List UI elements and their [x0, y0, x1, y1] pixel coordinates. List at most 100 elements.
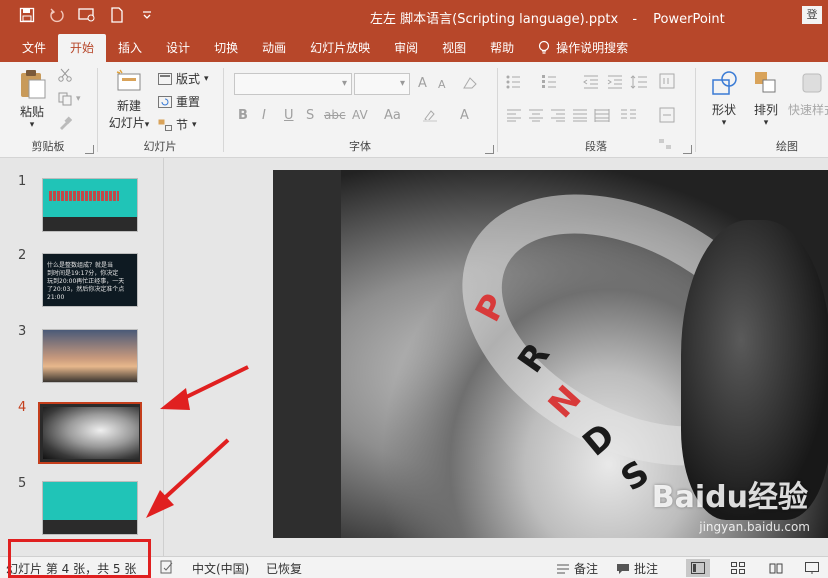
reading-view-icon[interactable]	[764, 559, 788, 577]
paragraph-launcher-icon[interactable]	[683, 145, 692, 154]
clipboard-launcher-icon[interactable]	[85, 145, 94, 154]
shadow-button[interactable]: abc	[324, 108, 346, 122]
strike-button[interactable]: S	[306, 108, 314, 123]
underline-button[interactable]: U	[284, 108, 294, 123]
tab-review[interactable]: 审阅	[382, 34, 430, 62]
tab-view[interactable]: 视图	[430, 34, 478, 62]
char-spacing-button[interactable]: AV	[352, 108, 368, 122]
quick-styles-button[interactable]: 快速样式	[788, 68, 828, 118]
notes-button[interactable]: 备注	[556, 560, 598, 577]
section-icon	[158, 119, 172, 131]
group-paragraph: 段落	[498, 62, 694, 158]
grow-font-button[interactable]: A	[418, 76, 427, 91]
font-name-combo[interactable]: ▾	[234, 73, 352, 95]
change-case-button[interactable]: Aa	[384, 108, 401, 123]
slide-thumbnail-5[interactable]	[42, 481, 138, 535]
clipboard-group-label: 剪贴板	[31, 140, 65, 153]
font-group-label: 字体	[349, 140, 371, 153]
line-spacing-icon[interactable]	[630, 74, 648, 90]
ribbon-tabs: 文件 开始 插入 设计 切换 动画 幻灯片放映 审阅 视图 帮助 操作说明搜索	[0, 32, 828, 62]
font-launcher-icon[interactable]	[485, 145, 494, 154]
tell-me-search[interactable]: 操作说明搜索	[526, 34, 640, 62]
section-button[interactable]: 节 ▾	[158, 116, 197, 133]
shapes-label: 形状	[711, 103, 736, 117]
layout-button[interactable]: 版式 ▾	[158, 70, 209, 87]
ribbon: 粘贴 ▾ ▾ 剪贴板 新建 幻灯片▾ 版式 ▾ 重置 节 ▾ 幻灯片 ▾ ▾ A…	[0, 62, 828, 158]
arrange-label: 排列	[753, 103, 778, 117]
status-bar: 幻灯片 第 4 张，共 5 张 中文(中国) 已恢复 备注 批注	[0, 556, 828, 578]
font-color-button[interactable]: A	[460, 108, 469, 123]
tab-design[interactable]: 设计	[154, 34, 202, 62]
tab-insert[interactable]: 插入	[106, 34, 154, 62]
title-separator: -	[632, 12, 638, 27]
tab-file[interactable]: 文件	[10, 34, 58, 62]
align-left-icon[interactable]	[506, 108, 522, 122]
distributed-icon[interactable]	[594, 108, 610, 122]
slide-thumbnail-4[interactable]	[38, 402, 142, 464]
slide-thumbnail-3[interactable]	[42, 329, 138, 383]
bullets-icon[interactable]	[506, 74, 526, 90]
align-right-icon[interactable]	[550, 108, 566, 122]
slide-number: 1	[18, 174, 27, 189]
paste-label: 粘贴	[19, 105, 44, 119]
clear-format-button[interactable]	[462, 76, 478, 94]
columns-icon[interactable]	[620, 108, 638, 122]
quick-access-toolbar	[18, 6, 156, 24]
font-size-combo[interactable]: ▾	[354, 73, 410, 95]
justify-icon[interactable]	[572, 108, 588, 122]
increase-indent-icon[interactable]	[606, 74, 624, 90]
save-icon[interactable]	[18, 6, 36, 24]
highlight-button[interactable]	[422, 108, 438, 126]
comments-button[interactable]: 批注	[616, 560, 658, 577]
undo-icon[interactable]	[48, 6, 66, 24]
gear-shifter-photo: P R N D S Baidu经验 jingyan.baidu.com	[341, 170, 828, 538]
slide-sorter-view-icon[interactable]	[726, 559, 750, 577]
current-slide[interactable]: P R N D S Baidu经验 jingyan.baidu.com	[273, 170, 828, 538]
align-center-icon[interactable]	[528, 108, 544, 122]
section-label: 节	[176, 118, 189, 132]
decrease-indent-icon[interactable]	[582, 74, 600, 90]
cut-button[interactable]	[58, 68, 72, 82]
new-slide-label-1: 新建	[116, 99, 141, 113]
slide-thumbnail-1[interactable]	[42, 178, 138, 232]
bold-button[interactable]: B	[238, 108, 248, 123]
presentation-icon[interactable]	[78, 6, 96, 24]
format-painter-button[interactable]	[58, 116, 72, 130]
shapes-button[interactable]: 形状 ▾	[704, 68, 744, 128]
new-file-icon[interactable]	[108, 6, 126, 24]
thumbnail-footer	[43, 520, 137, 534]
reset-button[interactable]: 重置	[158, 93, 200, 110]
tab-home[interactable]: 开始	[58, 34, 107, 62]
slide-thumbnails-pane: 1 2 什么是整数组成？就是当 到时间是19:17分，你决定 玩到20:00再忙…	[0, 158, 164, 556]
tab-animations[interactable]: 动画	[250, 34, 298, 62]
slideshow-view-icon[interactable]	[800, 559, 824, 577]
new-slide-button[interactable]: 新建 幻灯片▾	[104, 68, 154, 131]
copy-button[interactable]: ▾	[58, 92, 81, 106]
slide-thumbnail-2[interactable]: 什么是整数组成？就是当 到时间是19:17分，你决定 玩到20:00再忙正经事，…	[42, 253, 138, 307]
numbering-icon[interactable]	[542, 74, 562, 90]
scissors-icon	[58, 68, 72, 82]
text-direction-icon[interactable]	[658, 72, 676, 90]
paste-button[interactable]: 粘贴 ▾	[12, 68, 52, 130]
slide-number: 4	[18, 400, 27, 415]
arrange-button[interactable]: 排列 ▾	[746, 68, 786, 128]
app-name: PowerPoint	[653, 12, 725, 27]
slides-group-label: 幻灯片	[143, 140, 177, 153]
reset-label: 重置	[176, 95, 201, 109]
shrink-font-button[interactable]: A	[438, 78, 446, 91]
comment-icon	[617, 563, 629, 574]
normal-view-icon[interactable]	[686, 559, 710, 577]
layout-icon	[158, 72, 172, 85]
tab-transitions[interactable]: 切换	[202, 34, 250, 62]
spelling-icon[interactable]	[160, 560, 174, 577]
new-slide-icon	[116, 69, 141, 91]
language-status[interactable]: 中文(中国)	[192, 560, 249, 577]
sign-in-button[interactable]: 登	[802, 6, 822, 24]
copy-icon	[58, 92, 72, 106]
tab-help[interactable]: 帮助	[478, 34, 526, 62]
tab-slideshow[interactable]: 幻灯片放映	[298, 34, 382, 62]
customize-icon[interactable]	[138, 6, 156, 24]
baidu-watermark: Baidu经验	[651, 480, 808, 515]
italic-button[interactable]: I	[262, 108, 266, 123]
align-text-icon[interactable]	[658, 106, 676, 124]
